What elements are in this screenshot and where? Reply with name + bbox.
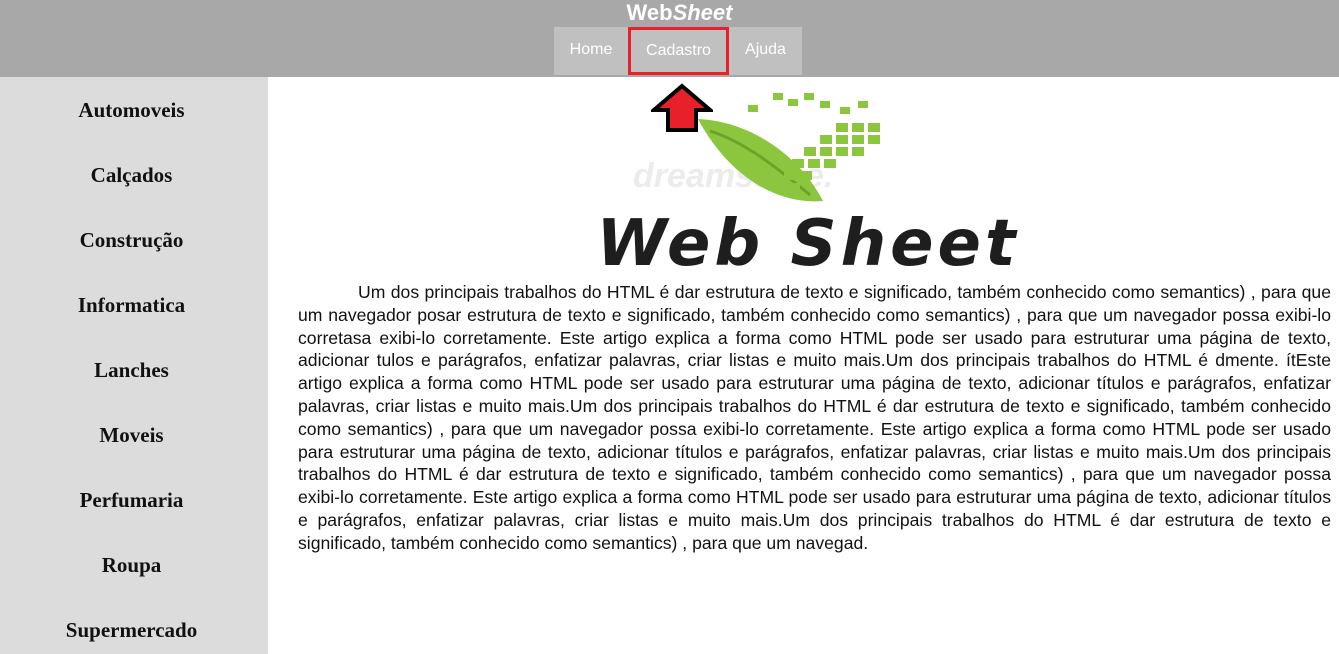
nav-home-link[interactable]: Home [554,27,628,75]
arrow-up-icon [651,83,713,132]
brand-text-sheet: Sheet [672,0,733,25]
logo-title-text: Web Sheet [596,207,1019,273]
web-sheet-logo: dreamstime. Web Sheet [596,93,1019,273]
sidebar-item-informatica[interactable]: Informatica [0,292,263,318]
sidebar-item-automoveis[interactable]: Automoveis [0,97,263,123]
top-navigation-bar: WebSheet Home Cadastro Ajuda [0,0,1339,77]
category-sidebar: Automoveis Calçados Construção Informati… [0,77,268,654]
brand-text-web: Web [626,0,673,25]
sidebar-item-roupa[interactable]: Roupa [0,552,263,578]
site-brand: WebSheet [0,0,1339,26]
main-nav: Home Cadastro Ajuda [554,27,802,75]
sidebar-item-perfumaria[interactable]: Perfumaria [0,487,263,513]
article-paragraph: Um dos principais trabalhos do HTML é da… [298,282,1331,553]
sidebar-item-calcados[interactable]: Calçados [0,162,263,188]
nav-ajuda-link[interactable]: Ajuda [729,27,802,75]
nav-cadastro-link[interactable]: Cadastro [628,27,729,75]
sidebar-item-construcao[interactable]: Construção [0,227,263,253]
sidebar-item-lanches[interactable]: Lanches [0,357,263,383]
sidebar-item-moveis[interactable]: Moveis [0,422,263,448]
sidebar-item-supermercado[interactable]: Supermercado [0,617,263,643]
